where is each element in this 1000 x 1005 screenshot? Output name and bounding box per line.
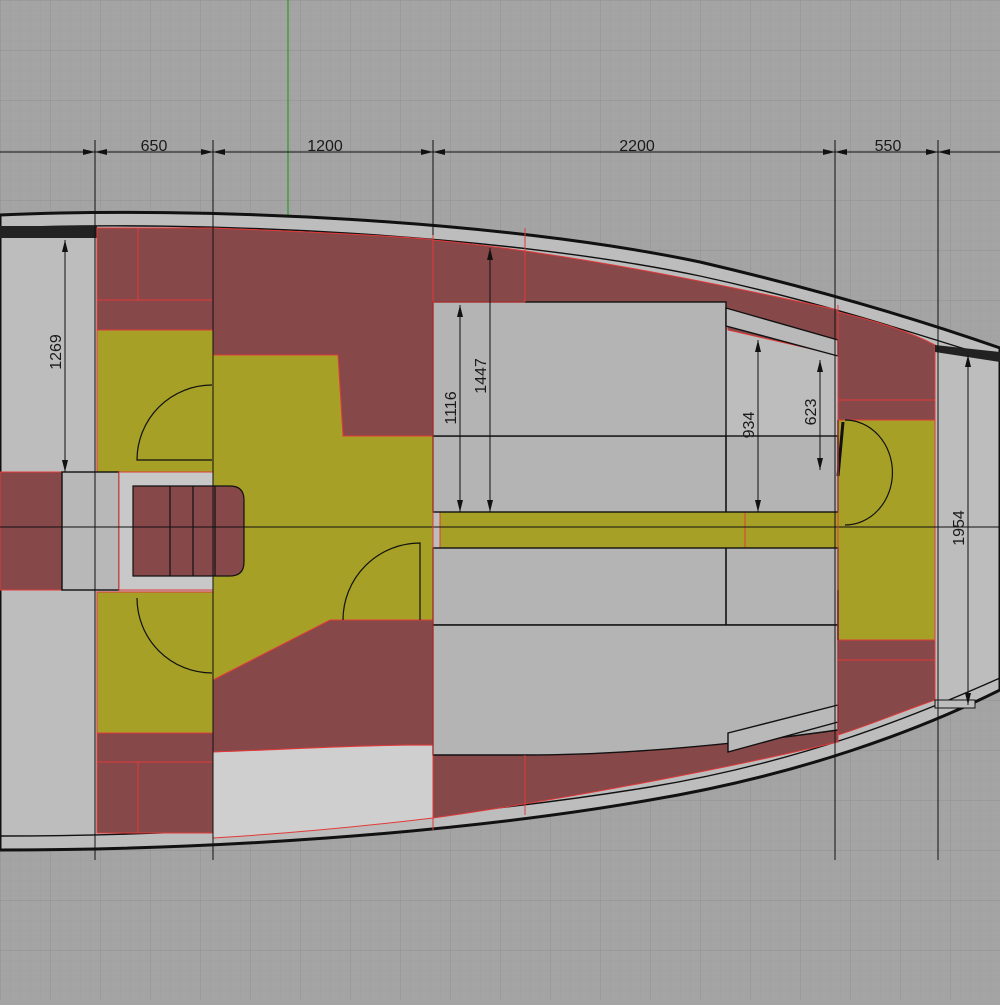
storage-upper-aft	[96, 227, 214, 331]
floor-forepeak	[837, 419, 936, 641]
dim-label-1954: 1954	[951, 510, 968, 546]
bulwark-strip	[0, 226, 97, 238]
dim-label-1269: 1269	[48, 334, 65, 370]
floor-aft-upper	[96, 329, 214, 473]
dim-label-1200: 1200	[307, 138, 343, 155]
dim-label-1116: 1116	[443, 391, 460, 424]
dim-label-650: 650	[141, 138, 168, 155]
dim-label-1447: 1447	[473, 358, 490, 394]
hull-plan-viewport[interactable]: 650 1200 2200 550 1269 1116 1447 934 623…	[0, 0, 1000, 1000]
dim-label-550: 550	[875, 138, 902, 155]
dim-label-2200: 2200	[619, 138, 655, 155]
companion-step	[61, 471, 120, 591]
floor-corridor	[439, 511, 746, 549]
storage-lower-aft	[96, 732, 214, 834]
storage-aft-locker	[0, 471, 63, 591]
bow-bulkhead-strip-lower	[934, 699, 976, 709]
companionway-steps	[118, 471, 245, 591]
dim-label-623: 623	[803, 399, 820, 426]
berth-port-upper	[432, 435, 839, 513]
floor-aft-lower	[96, 591, 214, 734]
hull-plan-drawing: 650 1200 2200 550 1269 1116 1447 934 623…	[0, 0, 1000, 1000]
berth-stbd-lower	[432, 547, 839, 626]
dim-label-934: 934	[741, 412, 758, 439]
